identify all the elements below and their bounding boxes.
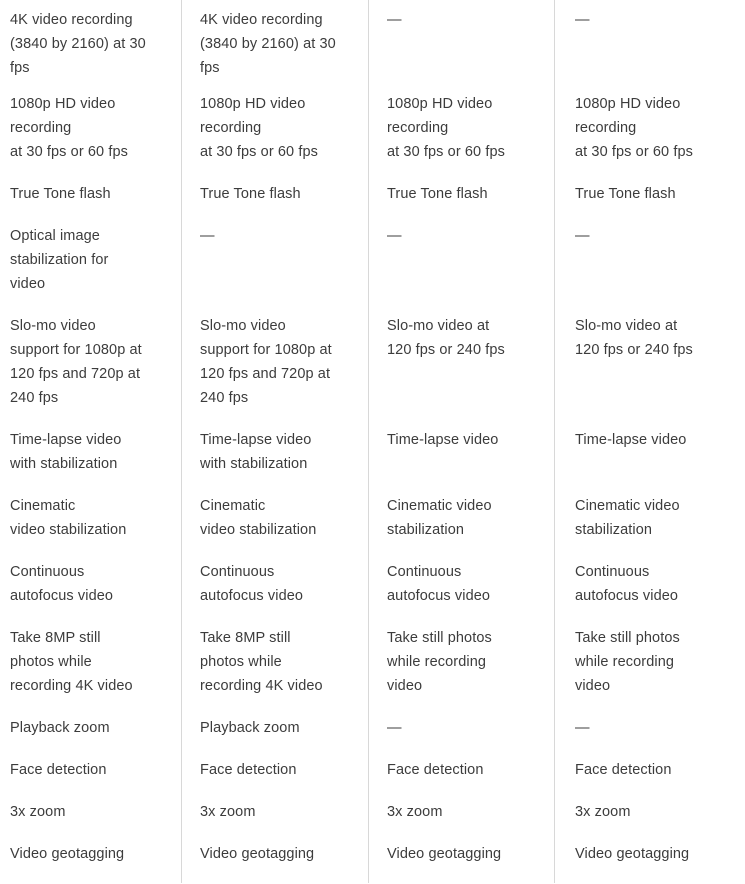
spec-cell: Playback zoom <box>10 720 110 736</box>
spec-cell-empty: — <box>387 228 402 244</box>
spec-cell: True Tone flash <box>575 186 676 202</box>
spec-cell: Cinematic video stabilization <box>575 498 680 538</box>
spec-cell: Continuous autofocus video <box>10 564 114 604</box>
spec-cell-empty: — <box>575 12 590 28</box>
spec-cell: Time-lapse video <box>575 432 687 448</box>
spec-cell: Slo-mo video at 120 fps or 240 fps <box>387 318 505 358</box>
spec-cell: Slo-mo video support for 1080p at 120 fp… <box>200 318 332 406</box>
spec-column-1: 4K video recording (3840 by 2160) at 30 … <box>0 0 181 883</box>
spec-cell: Time-lapse video <box>387 432 499 448</box>
spec-cell: Playback zoom <box>200 720 300 736</box>
spec-cell: 1080p HD video recording at 30 fps or 60… <box>387 96 505 160</box>
spec-cell-empty: — <box>575 228 590 244</box>
spec-cell: True Tone flash <box>10 186 111 202</box>
spec-cell: Face detection <box>200 762 297 778</box>
spec-cell: 4K video recording (3840 by 2160) at 30 … <box>10 12 146 76</box>
spec-cell: Slo-mo video support for 1080p at 120 fp… <box>10 318 142 406</box>
spec-cell: 1080p HD video recording at 30 fps or 60… <box>575 96 693 160</box>
spec-cell: Continuous autofocus video <box>387 564 491 604</box>
spec-cell: True Tone flash <box>200 186 301 202</box>
spec-cell: Video geotagging <box>10 846 125 862</box>
spec-cell: Face detection <box>387 762 484 778</box>
spec-cell: Continuous autofocus video <box>575 564 679 604</box>
spec-cell-empty: — <box>387 12 402 28</box>
spec-cell: 1080p HD video recording at 30 fps or 60… <box>200 96 318 160</box>
spec-cell-empty: — <box>575 720 590 736</box>
spec-cell: 3x zoom <box>575 804 631 820</box>
spec-cell: Video geotagging <box>575 846 690 862</box>
spec-cell: Take still photos while recording video <box>575 630 680 694</box>
spec-cell: Cinematic video stabilization <box>200 498 317 538</box>
spec-cell: Continuous autofocus video <box>200 564 304 604</box>
spec-column-2: 4K video recording (3840 by 2160) at 30 … <box>181 0 368 883</box>
spec-column-4: — 1080p HD video recording at 30 fps or … <box>554 0 745 883</box>
spec-cell: 3x zoom <box>387 804 443 820</box>
spec-cell: Time-lapse video with stabilization <box>10 432 122 472</box>
spec-cell-empty: — <box>387 720 402 736</box>
spec-cell: Face detection <box>10 762 107 778</box>
spec-cell: Take 8MP still photos while recording 4K… <box>200 630 323 694</box>
spec-cell: Slo-mo video at 120 fps or 240 fps <box>575 318 693 358</box>
spec-cell: Cinematic video stabilization <box>10 498 127 538</box>
spec-cell: Face detection <box>575 762 672 778</box>
spec-cell-empty: — <box>200 228 215 244</box>
spec-cell: 3x zoom <box>10 804 66 820</box>
spec-cell: 4K video recording (3840 by 2160) at 30 … <box>200 12 336 76</box>
spec-column-3: — 1080p HD video recording at 30 fps or … <box>368 0 554 883</box>
spec-comparison-table: 4K video recording (3840 by 2160) at 30 … <box>0 0 745 883</box>
spec-cell: Take still photos while recording video <box>387 630 492 694</box>
spec-cell: True Tone flash <box>387 186 488 202</box>
spec-cell: Take 8MP still photos while recording 4K… <box>10 630 133 694</box>
spec-cell: Cinematic video stabilization <box>387 498 492 538</box>
spec-cell: Time-lapse video with stabilization <box>200 432 312 472</box>
spec-cell: Optical image stabilization for video <box>10 228 109 292</box>
spec-cell: Video geotagging <box>200 846 315 862</box>
spec-cell: Video geotagging <box>387 846 502 862</box>
spec-cell: 1080p HD video recording at 30 fps or 60… <box>10 96 128 160</box>
spec-cell: 3x zoom <box>200 804 256 820</box>
